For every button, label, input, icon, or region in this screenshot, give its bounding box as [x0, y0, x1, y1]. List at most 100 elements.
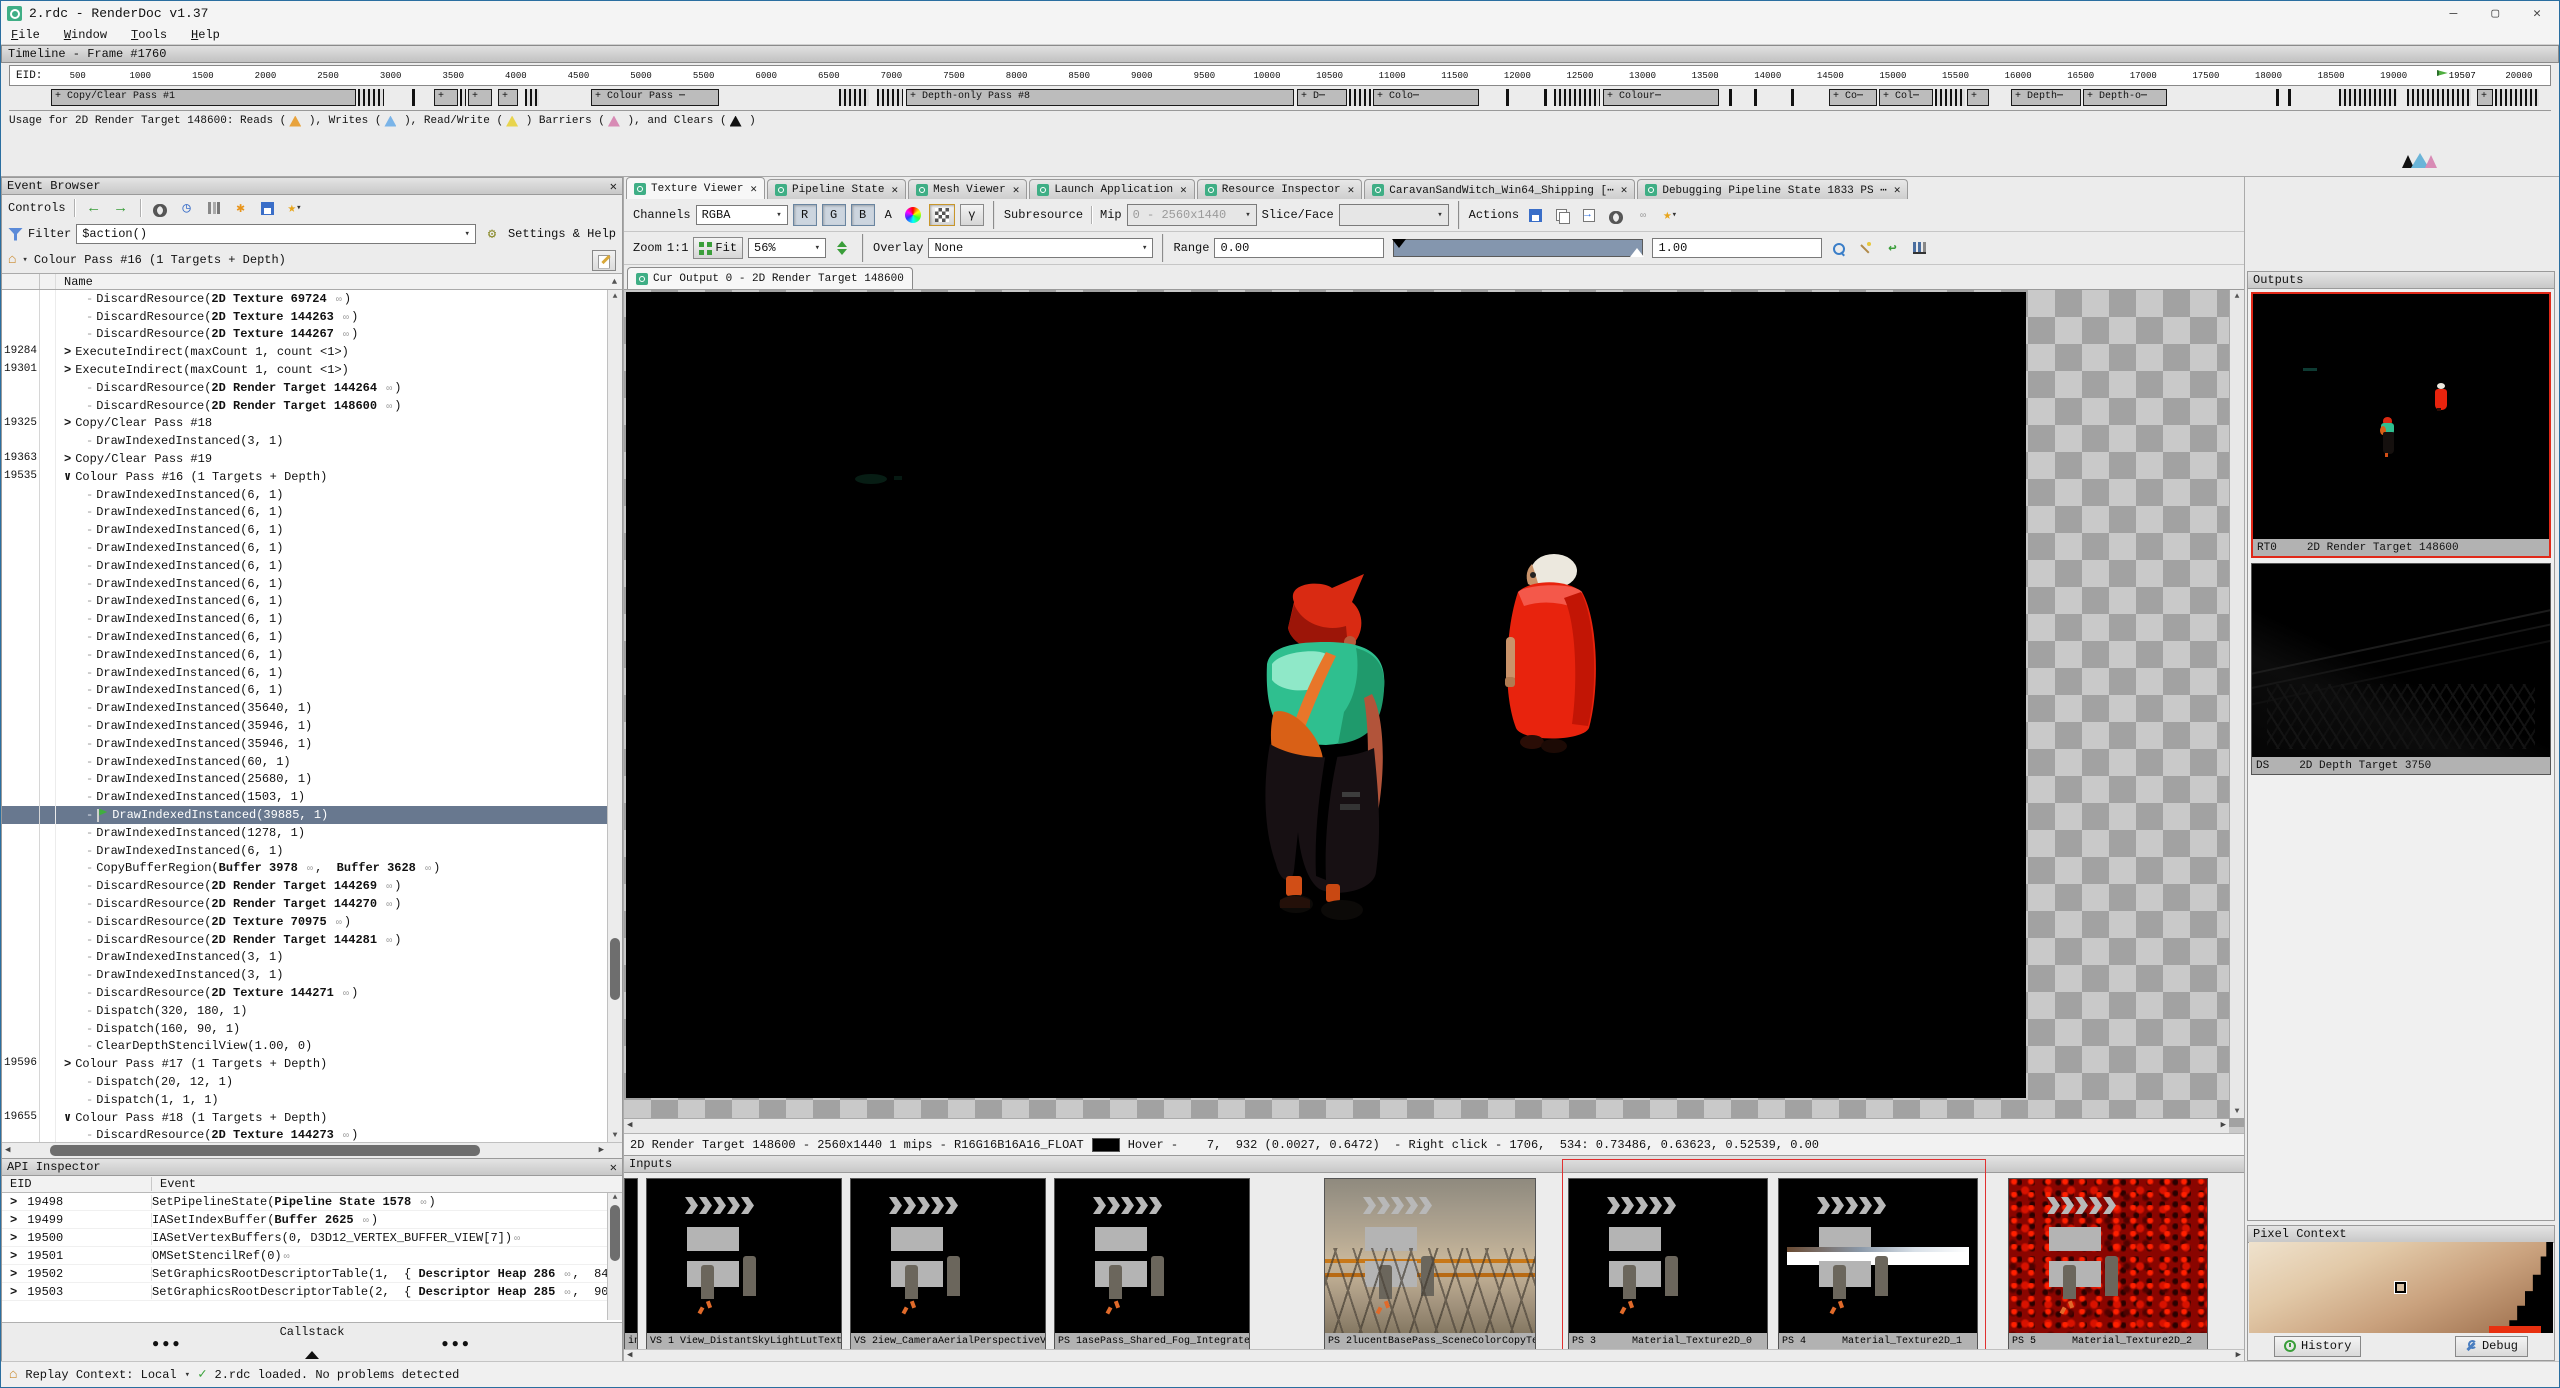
api-call-row[interactable]: >19499 IASetIndexBuffer(Buffer 2625 ): [2, 1211, 622, 1229]
tree-toggle-icon[interactable]: >: [64, 1057, 71, 1071]
timeline-pass-block[interactable]: + Copy/Clear Pass #1: [51, 89, 356, 106]
timeline-pass-block[interactable]: [525, 89, 539, 106]
eid-column-header[interactable]: EID: [2, 1177, 152, 1191]
range-white-point-handle[interactable]: [1630, 241, 1644, 257]
one-to-one-button[interactable]: 1:1: [667, 241, 689, 255]
api-call-row[interactable]: >19501 OMSetStencilRef(0): [2, 1247, 622, 1265]
tree-toggle-icon[interactable]: >: [10, 1213, 17, 1227]
resource-link-icon[interactable]: [341, 327, 351, 341]
tree-toggle-icon[interactable]: >: [64, 363, 71, 377]
scroll-left-icon[interactable]: ◀: [5, 1145, 10, 1155]
vscroll-thumb[interactable]: [610, 1205, 620, 1261]
channels-select[interactable]: RGBA▾: [696, 205, 788, 225]
minimize-button[interactable]: —: [2450, 6, 2458, 21]
event-row[interactable]: DiscardResource(2D Render Target 144270 …: [2, 895, 622, 913]
close-panel-icon[interactable]: ✕: [610, 179, 617, 194]
menu-item[interactable]: File: [11, 28, 40, 42]
event-row[interactable]: DiscardResource(2D Texture 144267 ): [2, 326, 622, 344]
tree-toggle-icon[interactable]: >: [64, 416, 71, 430]
timeline-pass-block[interactable]: [412, 89, 415, 106]
resource-link-icon[interactable]: [423, 861, 433, 875]
menu-item[interactable]: Window: [64, 28, 107, 42]
scroll-right-icon[interactable]: ▶: [599, 1145, 604, 1155]
timeline-pass-block[interactable]: [1754, 89, 1757, 106]
timeline-pass-block[interactable]: [1729, 89, 1732, 106]
edit-bookmark-button[interactable]: [592, 250, 616, 271]
input-texture-thumbnail[interactable]: in: [624, 1178, 638, 1350]
event-list-hscrollbar[interactable]: ◀ ▶: [2, 1142, 622, 1158]
reset-range-icon[interactable]: ↩: [1881, 238, 1903, 258]
timeline-pass-block[interactable]: [358, 89, 384, 106]
event-row[interactable]: DrawIndexedInstanced(6, 1): [2, 504, 622, 522]
event-row[interactable]: 19363 >Copy/Clear Pass #19: [2, 450, 622, 468]
resource-link-icon[interactable]: [384, 399, 394, 413]
timeline-pass-block[interactable]: [877, 89, 903, 106]
event-row[interactable]: DiscardResource(2D Texture 144263 ): [2, 308, 622, 326]
vscroll-thumb[interactable]: [610, 938, 620, 1000]
texture-viewport[interactable]: ▲ ▼ ◀ ▶: [624, 289, 2244, 1133]
event-column-header[interactable]: Event: [152, 1177, 196, 1191]
resource-link-icon[interactable]: [282, 1249, 292, 1263]
chevron-down-icon[interactable]: ▾: [465, 229, 470, 239]
green-channel-button[interactable]: G: [822, 204, 846, 226]
flip-y-icon[interactable]: [831, 238, 853, 258]
event-row[interactable]: DiscardResource(2D Texture 69724 ): [2, 290, 622, 308]
histogram-icon[interactable]: [1908, 238, 1930, 258]
scroll-up-icon[interactable]: ▲: [613, 1193, 618, 1202]
pixel-context-view[interactable]: [2249, 1242, 2553, 1333]
close-tab-icon[interactable]: ✕: [1013, 183, 1020, 197]
document-tab[interactable]: Resource Inspector ✕: [1197, 179, 1362, 199]
timeline-pass-block[interactable]: +: [434, 89, 458, 106]
scroll-left-icon[interactable]: ◀: [627, 1350, 632, 1360]
texture-image[interactable]: [626, 292, 2026, 1098]
timeline-pass-block[interactable]: + D⋯: [1297, 89, 1347, 106]
resource-link-icon[interactable]: [341, 1128, 351, 1142]
bookmark-asterisk-icon[interactable]: ✱: [230, 198, 252, 218]
close-tab-icon[interactable]: ✕: [1348, 183, 1355, 197]
timeline-pass-block[interactable]: + Co⋯: [1829, 89, 1877, 106]
autofit-wand-icon[interactable]: [1854, 238, 1876, 258]
input-texture-thumbnail[interactable]: PS 5 Material_Texture2D_2: [2008, 1178, 2208, 1350]
timeline-pass-block[interactable]: [460, 89, 466, 106]
favourites-icon[interactable]: ★▾: [1659, 205, 1681, 225]
timeline-pass-block[interactable]: + Colour Pass ⋯: [591, 89, 719, 106]
step-back-icon[interactable]: ←: [83, 198, 105, 218]
maximize-button[interactable]: ▢: [2491, 6, 2499, 21]
close-tab-icon[interactable]: ✕: [1180, 183, 1187, 197]
event-row[interactable]: DrawIndexedInstanced(3, 1): [2, 966, 622, 984]
resource-link-icon[interactable]: [512, 1231, 522, 1245]
timeline-pass-block[interactable]: [1349, 89, 1371, 106]
timeline-pass-block[interactable]: + Depth⋯: [2011, 89, 2081, 106]
timeline-pass-block[interactable]: +: [1967, 89, 1989, 106]
event-row[interactable]: DrawIndexedInstanced(35946, 1): [2, 717, 622, 735]
event-row[interactable]: DrawIndexedInstanced(35640, 1): [2, 699, 622, 717]
event-row[interactable]: ClearDepthStencilView(1.00, 0): [2, 1037, 622, 1055]
event-row[interactable]: DrawIndexedInstanced(6, 1): [2, 575, 622, 593]
timeline-pass-block[interactable]: +: [468, 89, 492, 106]
event-row[interactable]: DiscardResource(2D Texture 144273 ): [2, 1126, 622, 1142]
event-row[interactable]: DiscardResource(2D Render Target 144264 …: [2, 379, 622, 397]
resource-link-icon[interactable]: [341, 986, 351, 1000]
gamma-button[interactable]: γ: [960, 204, 984, 226]
event-row[interactable]: DrawIndexedInstanced(60, 1): [2, 753, 622, 771]
event-row[interactable]: DrawIndexedInstanced(6, 1): [2, 539, 622, 557]
red-channel-button[interactable]: R: [793, 204, 817, 226]
tree-toggle-icon[interactable]: ∨: [64, 1110, 71, 1125]
tree-toggle-icon[interactable]: >: [10, 1267, 17, 1281]
input-texture-thumbnail[interactable]: PS 1asePass_Shared_Fog_IntegratedLig: [1054, 1178, 1250, 1350]
replay-context[interactable]: Replay Context: Local: [25, 1368, 176, 1382]
checkerboard-background-button[interactable]: [929, 204, 955, 226]
event-row[interactable]: DrawIndexedInstanced(6, 1): [2, 842, 622, 860]
resource-link-icon[interactable]: [1632, 205, 1654, 225]
timeline-pass-block[interactable]: [2276, 89, 2279, 106]
close-button[interactable]: ✕: [2533, 6, 2541, 21]
hscroll-thumb[interactable]: [50, 1145, 480, 1156]
input-texture-thumbnail[interactable]: PS 2lucentBasePass_SceneColorCopyTex: [1324, 1178, 1536, 1350]
event-row[interactable]: DiscardResource(2D Texture 144271 ): [2, 984, 622, 1002]
document-tab[interactable]: CaravanSandWitch_Win64_Shipping [⋯ ✕: [1364, 179, 1635, 199]
close-tab-icon[interactable]: ✕: [750, 182, 757, 196]
event-row[interactable]: DiscardResource(2D Render Target 148600 …: [2, 397, 622, 415]
tree-toggle-icon[interactable]: ∨: [64, 469, 71, 484]
breadcrumb[interactable]: Colour Pass #16 (1 Targets + Depth): [34, 253, 286, 267]
time-events-icon[interactable]: ◷: [176, 198, 198, 218]
